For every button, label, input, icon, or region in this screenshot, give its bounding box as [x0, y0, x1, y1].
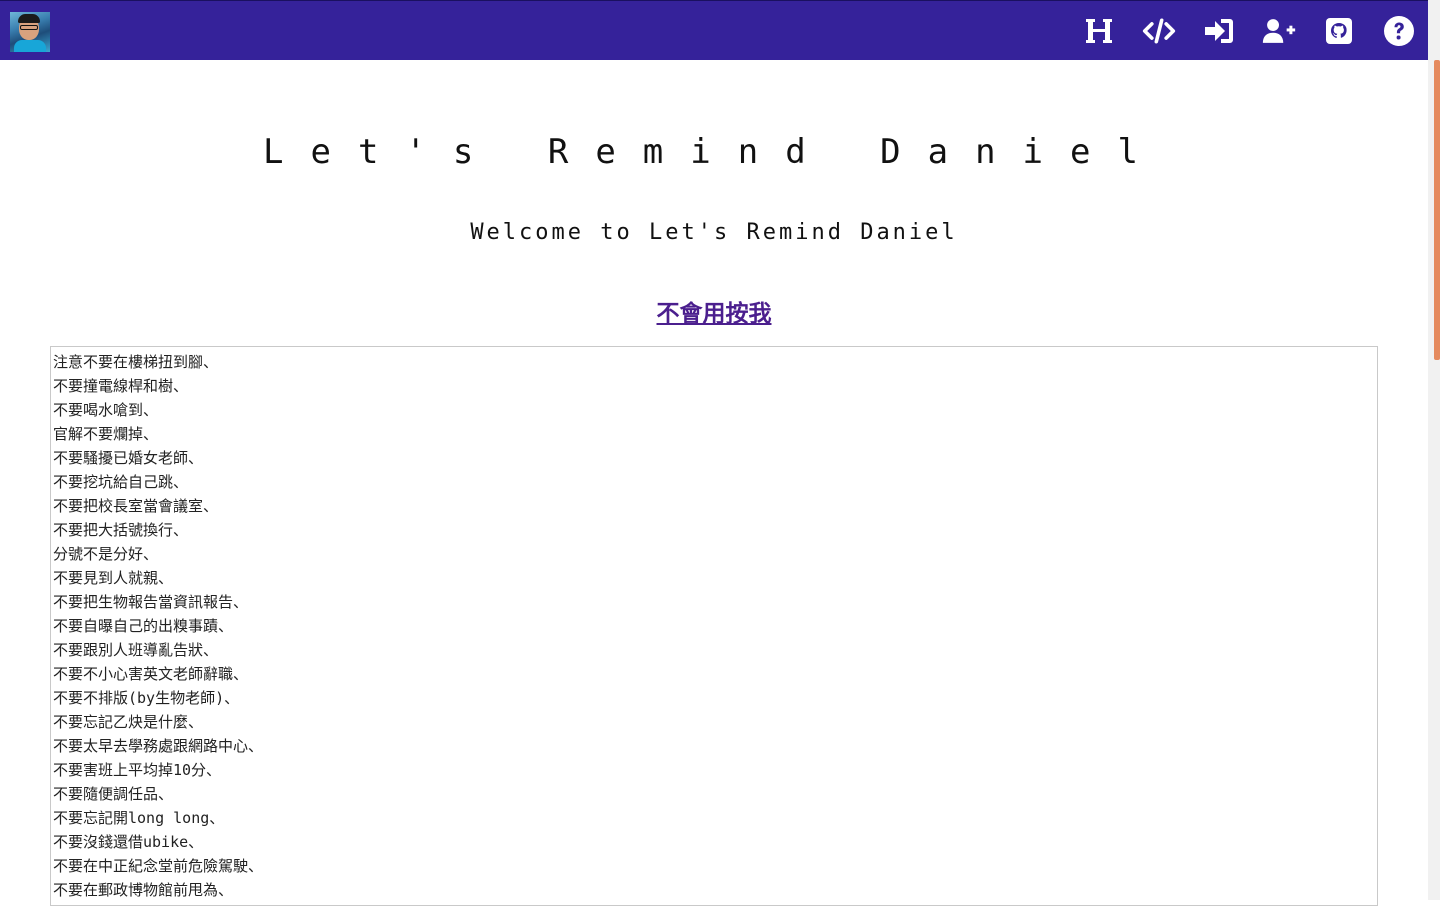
list-item: 官解不要爛掉、 — [53, 425, 159, 443]
github-icon[interactable] — [1322, 14, 1356, 48]
help-icon[interactable] — [1382, 14, 1416, 48]
list-item: 不要騷擾已婚女老師、 — [53, 449, 204, 467]
list-item: 不要沒錢還借ubike、 — [53, 833, 204, 851]
help-link[interactable]: 不會用按我 — [657, 301, 772, 327]
reminder-list[interactable]: 注意不要在樓梯扭到腳、 不要撞電線桿和樹、 不要喝水嗆到、 官解不要爛掉、 不要… — [50, 346, 1378, 906]
list-item: 不要不小心害英文老師辭職、 — [53, 665, 249, 683]
list-item: 不要在郵政博物館前甩為、 — [53, 881, 234, 899]
code-icon[interactable] — [1142, 14, 1176, 48]
list-item: 不要忘記乙炔是什麼、 — [53, 713, 204, 731]
scrollbar[interactable] — [1428, 0, 1440, 900]
list-item: 不要跟別人班導亂告狀、 — [53, 641, 219, 659]
heading-icon[interactable] — [1082, 14, 1116, 48]
list-item: 分號不是分好、 — [53, 545, 159, 563]
list-item: 不要忘記開long long、 — [53, 809, 225, 827]
list-item: 不要在中正紀念堂前危險駕駛、 — [53, 857, 264, 875]
list-item: 不要把生物報告當資訊報告、 — [53, 593, 249, 611]
list-item: 不要撞電線桿和樹、 — [53, 377, 189, 395]
scrollbar-thumb[interactable] — [1434, 60, 1440, 360]
page-subtitle: Welcome to Let's Remind Daniel — [470, 220, 958, 245]
help-link-container: 不會用按我 — [0, 294, 1428, 328]
list-item: 不要隨便調任品、 — [53, 785, 174, 803]
list-item: 不要自曝自己的出糗事蹟、 — [53, 617, 234, 635]
sign-in-icon[interactable] — [1202, 14, 1236, 48]
page-title: Let's Remind Daniel — [263, 132, 1165, 172]
nav-icon-bar — [1056, 1, 1416, 61]
user-plus-icon[interactable] — [1262, 14, 1296, 48]
list-item: 不要把大括號換行、 — [53, 521, 189, 539]
list-item: 注意不要在樓梯扭到腳、 — [53, 353, 219, 371]
list-item: 不要把校長室當會議室、 — [53, 497, 219, 515]
list-item: 不要喝水嗆到、 — [53, 401, 159, 419]
list-item: 不要挖坑給自己跳、 — [53, 473, 189, 491]
avatar[interactable] — [10, 12, 50, 52]
list-item: 不要害班上平均掉10分、 — [53, 761, 222, 779]
list-item: 不要不排版(by生物老師)、 — [53, 689, 240, 707]
top-navbar — [0, 0, 1428, 60]
list-item: 不要見到人就親、 — [53, 569, 174, 587]
list-item: 不要太早去學務處跟網路中心、 — [53, 737, 264, 755]
